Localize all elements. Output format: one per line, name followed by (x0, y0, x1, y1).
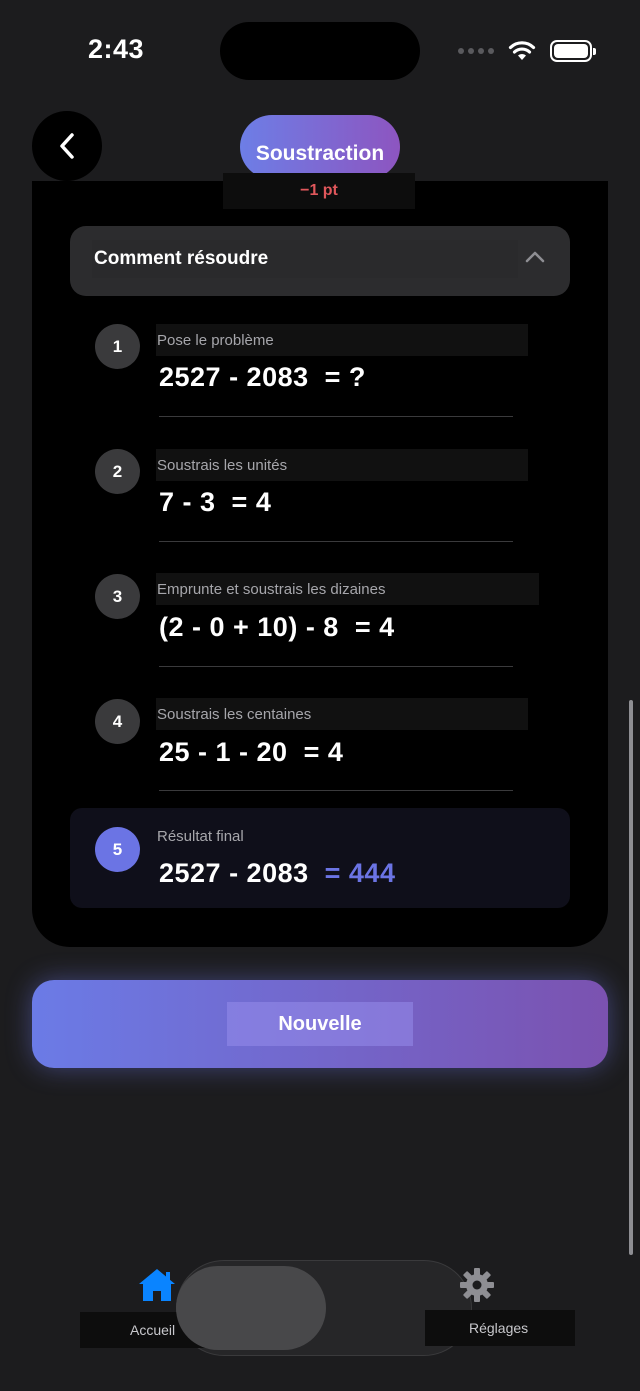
step-label: Soustrais les centaines (156, 698, 528, 730)
step-expression: 2527 - 2083 (159, 362, 309, 392)
dynamic-island (220, 22, 420, 80)
new-problem-label: Nouvelle (227, 1002, 413, 1046)
step-equation: 7 - 3 = 4 (159, 487, 271, 518)
page-title: Soustraction (240, 115, 400, 179)
back-button[interactable] (32, 111, 102, 181)
new-problem-button[interactable]: Nouvelle (32, 980, 608, 1068)
signal-icon (458, 48, 494, 54)
final-result-card: 5 Résultat final 2527 - 2083 = 444 (70, 808, 570, 908)
scrollbar[interactable] (629, 700, 633, 1255)
tab-switcher-knob[interactable] (176, 1266, 326, 1350)
step-result: = ? (324, 362, 366, 392)
step-item: 1 Pose le problème 2527 - 2083 = ? (70, 324, 570, 424)
divider (159, 790, 513, 791)
step-equation: 2527 - 2083 = ? (159, 362, 366, 393)
chevron-left-icon (60, 133, 74, 159)
step-item: 3 Emprunte et soustrais les dizaines (2 … (70, 573, 570, 673)
chevron-up-icon (525, 251, 545, 263)
step-item: 2 Soustrais les unités 7 - 3 = 4 (70, 449, 570, 549)
points-badge: −1 pt (223, 173, 415, 209)
step-expression: (2 - 0 + 10) - 8 (159, 612, 339, 642)
wifi-icon (508, 41, 536, 60)
status-icons (458, 40, 596, 62)
step-equation: 25 - 1 - 20 = 4 (159, 737, 343, 768)
solution-panel: Comment résoudre 1 Pose le problème 2527… (32, 181, 608, 947)
step-number: 1 (95, 324, 140, 369)
final-expression: 2527 - 2083 (159, 858, 309, 888)
tab-settings-label: Réglages (425, 1310, 575, 1346)
step-label: Soustrais les unités (156, 449, 528, 481)
how-to-solve-label: Comment résoudre (92, 240, 518, 278)
step-result: = 4 (354, 612, 395, 642)
divider (159, 541, 513, 542)
step-equation: (2 - 0 + 10) - 8 = 4 (159, 612, 395, 643)
tab-settings[interactable]: Réglages (425, 1262, 575, 1348)
step-label: Pose le problème (156, 324, 528, 356)
how-to-solve-toggle[interactable]: Comment résoudre (70, 226, 570, 296)
battery-icon (550, 40, 596, 62)
home-icon (139, 1269, 175, 1301)
step-number: 3 (95, 574, 140, 619)
step-item: 4 Soustrais les centaines 25 - 1 - 20 = … (70, 698, 570, 798)
step-result: = 4 (231, 487, 272, 517)
final-equation: 2527 - 2083 = 444 (159, 858, 395, 889)
final-result-value: = 444 (324, 858, 396, 888)
step-expression: 7 - 3 (159, 487, 216, 517)
step-result: = 4 (303, 737, 344, 767)
gear-icon (460, 1268, 494, 1302)
status-time: 2:43 (88, 34, 145, 64)
final-result-label: Résultat final (157, 827, 244, 845)
step-number: 2 (95, 449, 140, 494)
step-label: Emprunte et soustrais les dizaines (156, 573, 539, 605)
step-number: 5 (95, 827, 140, 872)
divider (159, 416, 513, 417)
divider (159, 666, 513, 667)
step-number: 4 (95, 699, 140, 744)
step-expression: 25 - 1 - 20 (159, 737, 288, 767)
